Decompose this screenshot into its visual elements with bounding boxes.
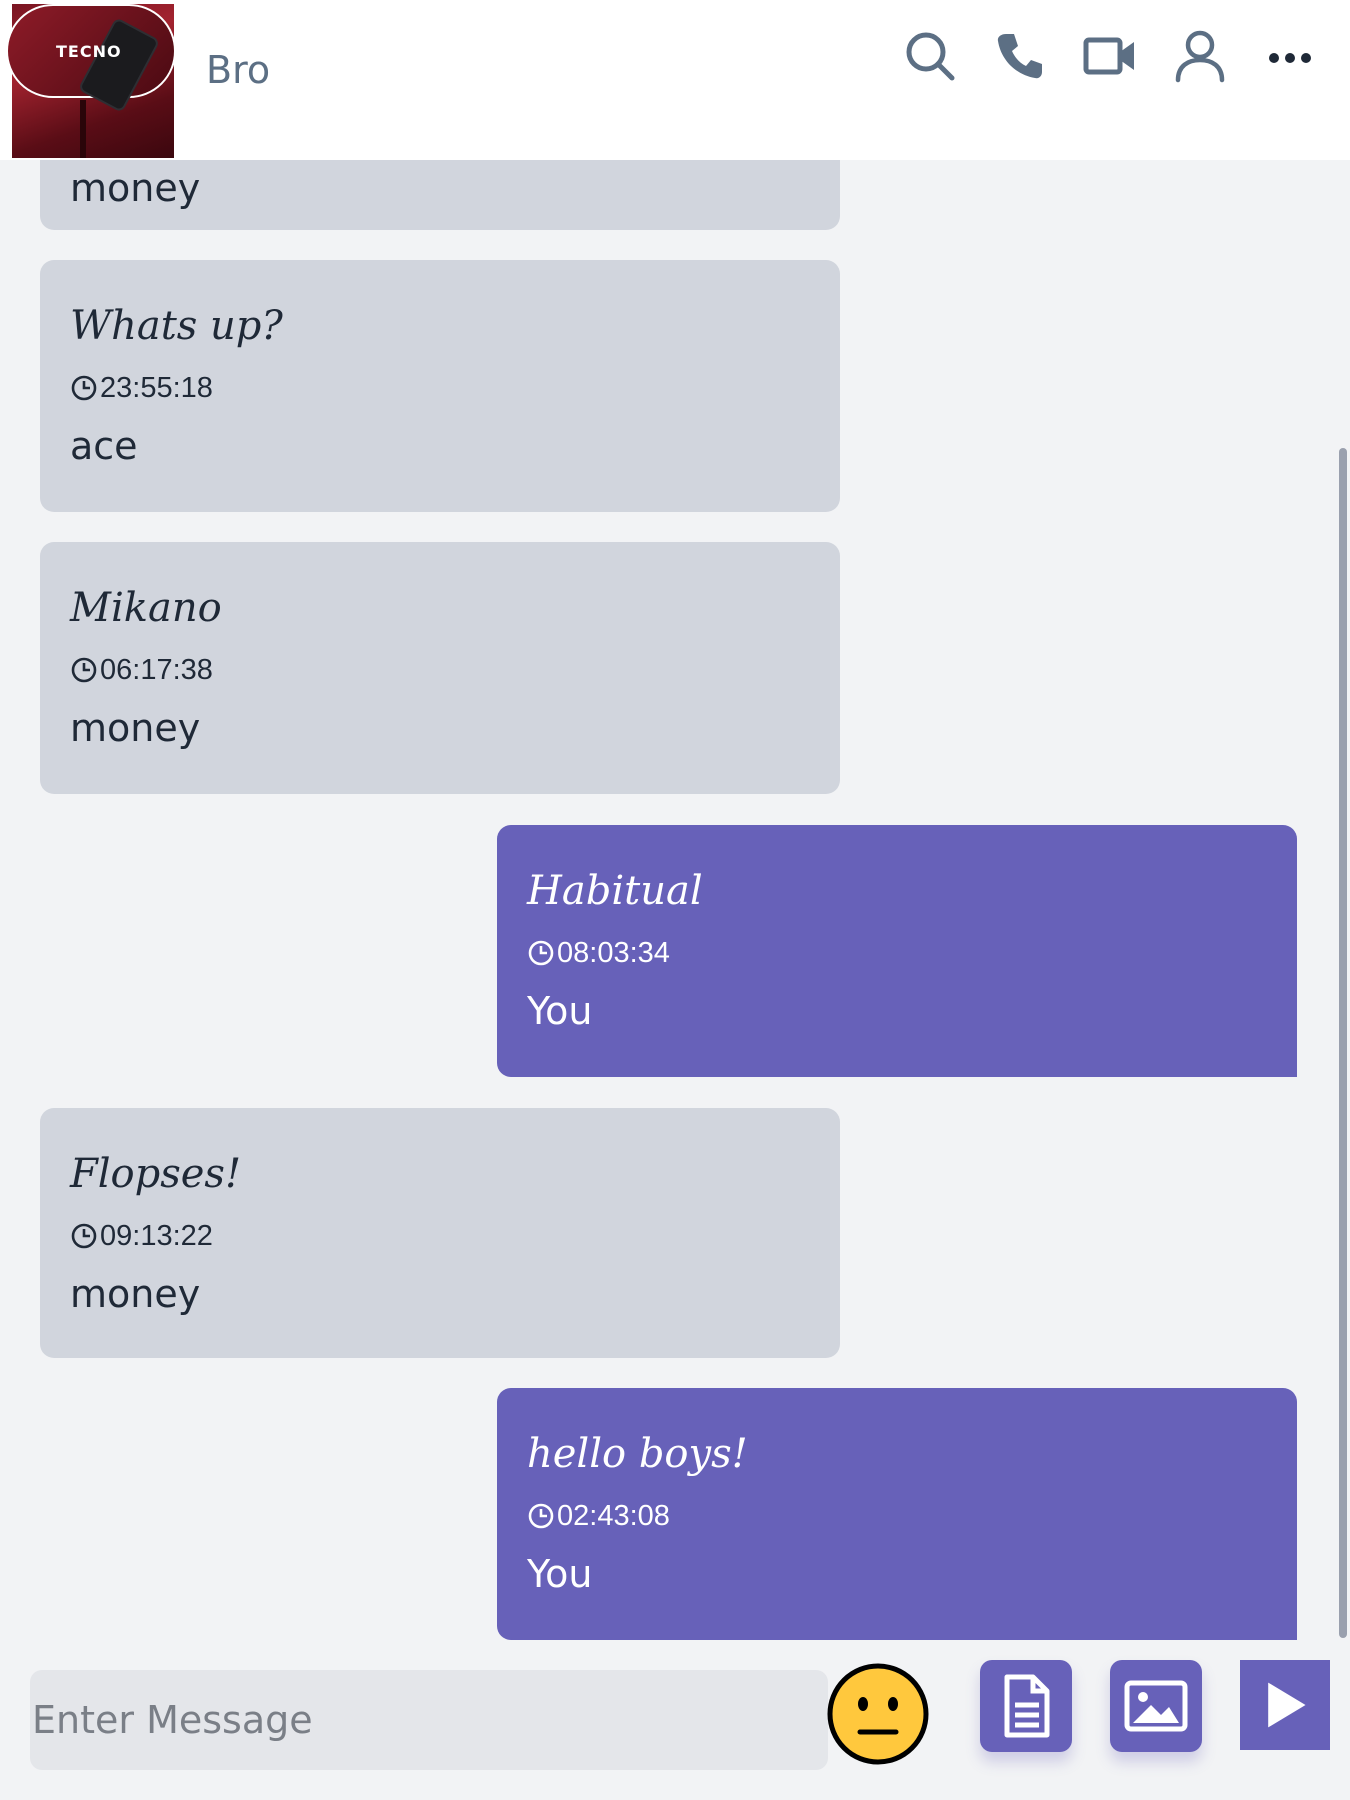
message-composer <box>0 1640 1350 1800</box>
message-bubble: hello boys! 02:43:08 You <box>497 1388 1297 1640</box>
message-time: 23:55:18 <box>70 370 810 406</box>
chat-header: TECNO Bro <box>0 0 1350 160</box>
scrollbar[interactable] <box>1336 160 1350 1640</box>
clock-icon <box>528 940 554 966</box>
message-bubble: money <box>40 160 840 230</box>
message-sender: ace <box>70 424 138 468</box>
avatar[interactable]: TECNO <box>6 4 174 158</box>
message-time: 08:03:34 <box>527 935 1267 971</box>
message-time: 06:17:38 <box>70 652 810 688</box>
message-list[interactable]: money Whats up? 23:55:18 ace Mikano 06:1… <box>0 160 1336 1640</box>
emoji-button[interactable] <box>826 1662 930 1766</box>
contact-name: Bro <box>206 48 271 92</box>
message-sender: money <box>70 706 201 750</box>
message-timestamp: 09:13:22 <box>100 1219 213 1252</box>
message-timestamp: 08:03:34 <box>557 936 670 969</box>
message-text: hello boys! <box>527 1431 748 1477</box>
document-icon <box>1004 1674 1050 1738</box>
message-timestamp: 23:55:18 <box>100 371 213 404</box>
message-text: Flopses! <box>70 1151 242 1197</box>
search-icon[interactable] <box>902 28 958 84</box>
message-timestamp: 02:43:08 <box>557 1499 670 1532</box>
send-button[interactable] <box>1240 1660 1330 1750</box>
user-icon[interactable] <box>1172 28 1228 84</box>
message-bubble: Habitual 08:03:34 You <box>497 825 1297 1077</box>
message-bubble: Mikano 06:17:38 money <box>40 542 840 794</box>
message-bubble: Whats up? 23:55:18 ace <box>40 260 840 512</box>
message-time: 09:13:22 <box>70 1218 810 1254</box>
message-text: Mikano <box>70 585 222 631</box>
message-text: Whats up? <box>70 303 283 349</box>
avatar-logo: TECNO <box>56 42 122 61</box>
message-time: 02:43:08 <box>527 1498 1267 1534</box>
message-timestamp: 06:17:38 <box>100 653 213 686</box>
attach-document-button[interactable] <box>980 1660 1072 1752</box>
message-sender: money <box>70 1272 201 1316</box>
message-sender: You <box>527 989 593 1033</box>
message-bubble: Flopses! 09:13:22 money <box>40 1108 840 1358</box>
message-sender: money <box>70 166 201 210</box>
clock-icon <box>71 375 97 401</box>
image-icon <box>1124 1680 1188 1732</box>
more-icon[interactable] <box>1262 28 1318 84</box>
message-input[interactable] <box>30 1670 828 1770</box>
avatar-pill: TECNO <box>6 4 174 111</box>
clock-icon <box>71 657 97 683</box>
phone-icon[interactable] <box>992 28 1048 84</box>
attach-image-button[interactable] <box>1110 1660 1202 1752</box>
neutral-face-icon <box>827 1663 929 1765</box>
message-sender: You <box>527 1552 593 1596</box>
scrollbar-thumb[interactable] <box>1339 448 1347 1638</box>
clock-icon <box>71 1223 97 1249</box>
clock-icon <box>528 1503 554 1529</box>
message-text: Habitual <box>527 868 703 914</box>
avatar-stand <box>80 100 86 158</box>
send-icon <box>1268 1682 1306 1728</box>
video-camera-icon[interactable] <box>1082 28 1138 84</box>
